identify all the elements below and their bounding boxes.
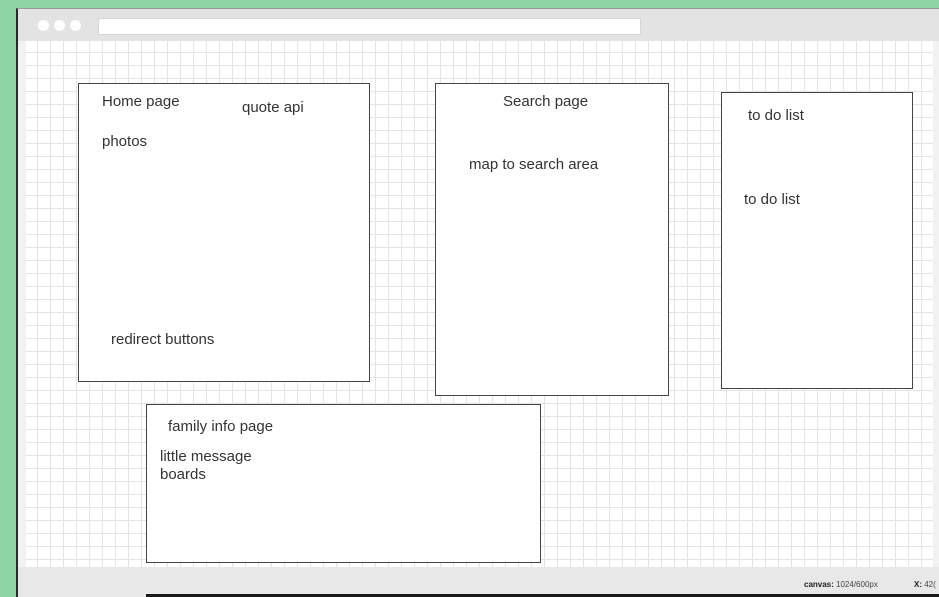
wireframe-canvas[interactable]: Home page quote api photos redirect butt… [26,41,933,567]
todo-item-label: to do list [744,191,800,208]
todo-title: to do list [748,107,804,124]
minimize-window-icon[interactable] [54,20,65,31]
home-page-box[interactable]: Home page quote api photos redirect butt… [78,83,370,382]
family-info-box[interactable]: family info page little message boards [146,404,541,563]
address-bar[interactable] [98,18,641,35]
cursor-x-readout: X: 42( [914,580,936,589]
status-bar: canvas: 1024/600px X: 42( [18,567,939,597]
search-page-box[interactable]: Search page map to search area [435,83,669,396]
todo-list-box[interactable]: to do list to do list [721,92,913,389]
family-info-title: family info page [168,418,274,435]
quote-api-label: quote api [242,99,304,116]
photos-label: photos [102,133,148,150]
title-bar [18,9,939,41]
canvas-size-readout: canvas: 1024/600px [804,580,878,589]
message-boards-label: little message boards [160,448,252,483]
search-page-title: Search page [503,93,589,110]
browser-window: Home page quote api photos redirect butt… [16,8,939,597]
home-page-title: Home page [102,93,180,110]
map-search-label: map to search area [469,156,599,173]
maximize-window-icon[interactable] [70,20,81,31]
close-window-icon[interactable] [38,20,49,31]
redirect-buttons-label: redirect buttons [111,331,215,348]
